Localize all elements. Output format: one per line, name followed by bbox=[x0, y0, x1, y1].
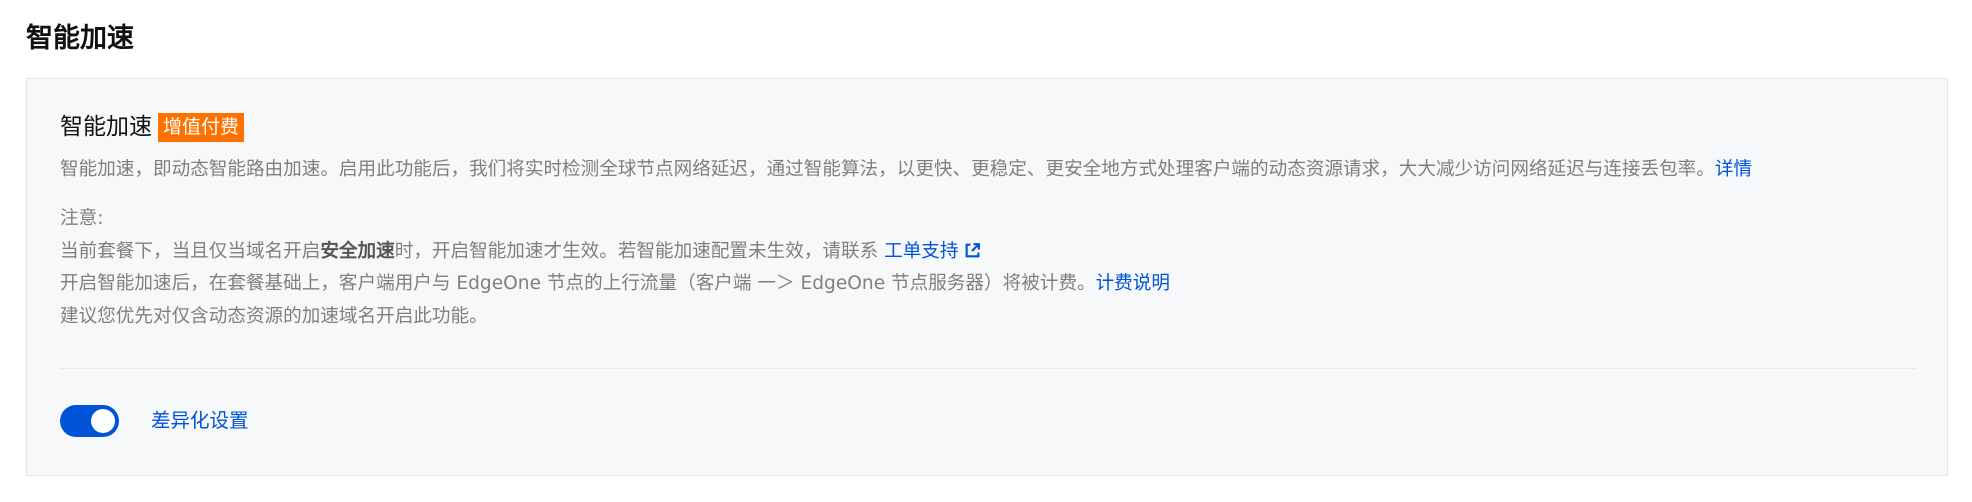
billing-link[interactable]: 计费说明 bbox=[1096, 273, 1170, 294]
notes-line-1: 当前套餐下，当且仅当域名开启安全加速时，开启智能加速才生效。若智能加速配置未生效… bbox=[60, 236, 1170, 269]
paid-badge: 增值付费 bbox=[158, 112, 245, 142]
card-title: 智能加速 bbox=[60, 114, 152, 140]
notes-line-1-suffix: 时，开启智能加速才生效。若智能加速配置未生效，请联系 bbox=[394, 240, 879, 262]
divider bbox=[60, 368, 1916, 369]
smart-acceleration-toggle[interactable] bbox=[60, 405, 119, 437]
details-link[interactable]: 详情 bbox=[1715, 159, 1752, 180]
notes-line-2: 开启智能加速后，在套餐基础上，客户端用户与 EdgeOne 节点的上行流量（客户… bbox=[60, 268, 1170, 301]
notes-line-3: 建议您优先对仅含动态资源的加速域名开启此功能。 bbox=[60, 305, 488, 327]
ticket-support-label: 工单支持 bbox=[884, 240, 959, 262]
external-link-icon bbox=[966, 242, 981, 257]
ticket-support-link[interactable]: 工单支持 bbox=[884, 241, 981, 262]
secure-acceleration-text: 安全加速 bbox=[320, 240, 395, 262]
card-header: 智能加速 增值付费 bbox=[60, 112, 245, 142]
description-text: 智能加速，即动态智能路由加速。启用此功能后，我们将实时检测全球节点网络延迟，通过… bbox=[60, 159, 1715, 180]
notes-line-1-prefix: 当前套餐下，当且仅当域名开启 bbox=[60, 240, 321, 262]
smart-acceleration-card: 智能加速 增值付费 智能加速，即动态智能路由加速。启用此功能后，我们将实时检测全… bbox=[26, 78, 1948, 476]
notes-line-2-text: 开启智能加速后，在套餐基础上，客户端用户与 EdgeOne 节点的上行流量（客户… bbox=[60, 273, 1096, 294]
notes-heading: 注意: bbox=[60, 208, 104, 229]
toggle-knob bbox=[91, 409, 115, 433]
description: 智能加速，即动态智能路由加速。启用此功能后，我们将实时检测全球节点网络延迟，通过… bbox=[60, 158, 1930, 182]
differentiated-settings-link[interactable]: 差异化设置 bbox=[151, 409, 249, 433]
section-title: 智能加速 bbox=[26, 23, 134, 54]
notes: 注意: 当前套餐下，当且仅当域名开启安全加速时，开启智能加速才生效。若智能加速配… bbox=[60, 203, 1170, 333]
